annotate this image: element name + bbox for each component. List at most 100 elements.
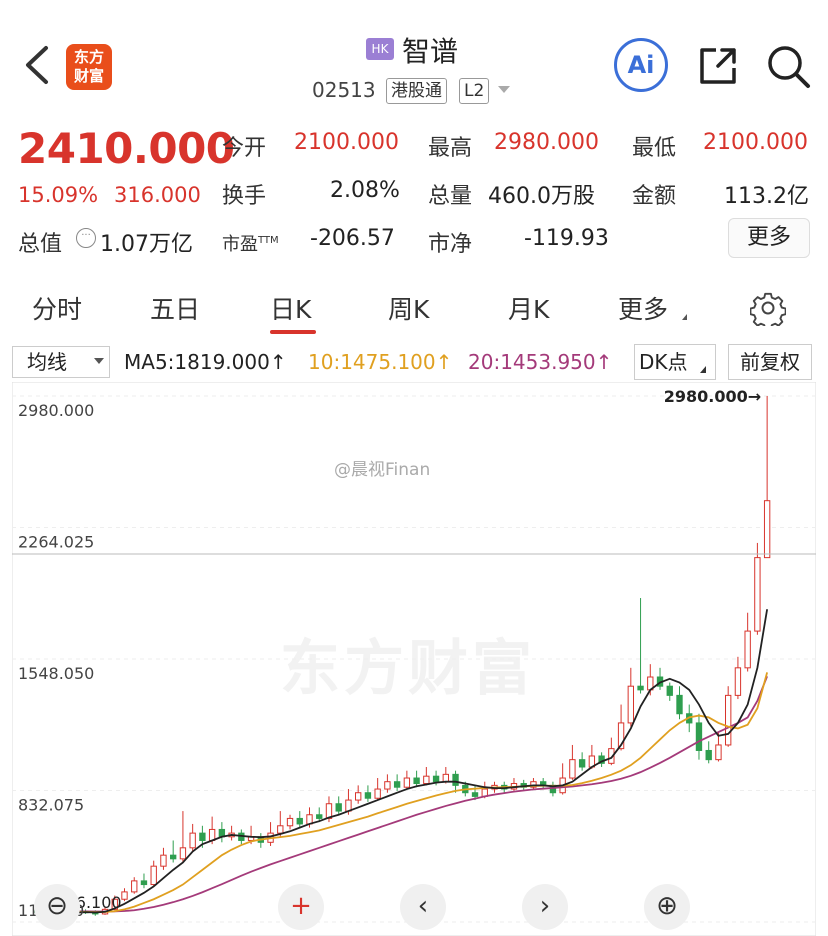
turnover-value: 2.08%: [330, 178, 400, 203]
candle-down: [452, 773, 459, 786]
dropdown-corner-icon: [682, 314, 687, 320]
tab-intraday[interactable]: 分时: [32, 290, 82, 326]
tab-more[interactable]: 更多: [618, 290, 668, 326]
candle-down: [316, 814, 323, 819]
candle-down: [666, 685, 673, 696]
high-label: 最高: [428, 136, 473, 161]
dropdown-corner-icon: [700, 366, 706, 373]
candle-up: [189, 832, 196, 849]
dk-point-button[interactable]: DK点: [634, 344, 716, 380]
candle-down: [199, 832, 206, 841]
candle-up: [160, 854, 167, 867]
zoom-in-icon: ⊕: [656, 891, 678, 921]
zoom-in-button[interactable]: ⊕: [644, 884, 690, 930]
candle-down: [471, 792, 479, 797]
y-tick-label: 2980.000: [18, 401, 94, 420]
candle-up: [725, 694, 732, 746]
tab-five-day[interactable]: 五日: [150, 290, 200, 326]
candle-down: [413, 777, 420, 785]
share-icon[interactable]: [696, 44, 740, 88]
top-bar: 东方 财富 HK 智谱 02513 港股通 L2 Ai: [0, 0, 828, 115]
candle-down: [578, 759, 586, 768]
candle-up: [744, 630, 751, 669]
amount-value: 113.2亿: [724, 184, 809, 209]
max-price-marker: 2980.000→: [664, 387, 761, 406]
market-badge: HK: [366, 38, 394, 60]
ma10-line: [36, 672, 769, 914]
chevron-down-icon: [94, 358, 104, 364]
candle-up: [403, 777, 411, 788]
candle-up: [423, 775, 430, 785]
ma5-line: [36, 609, 769, 914]
next-button[interactable]: ›: [522, 884, 568, 930]
low-value: 2100.000: [703, 130, 808, 155]
connect-tag: 港股通: [386, 78, 447, 104]
candle-down: [364, 792, 372, 799]
gear-icon[interactable]: [750, 290, 786, 326]
stock-code: 02513: [312, 78, 376, 102]
candle-down: [637, 685, 644, 691]
open-label: 今开: [222, 136, 267, 161]
candle-up: [131, 880, 138, 893]
y-tick-label: 832.075: [18, 796, 84, 815]
plus-icon: +: [290, 891, 312, 921]
search-icon[interactable]: [764, 42, 812, 90]
candle-down: [676, 694, 683, 715]
ma10-readout: 10:1475.100↑: [308, 350, 453, 374]
candle-up: [442, 773, 449, 783]
volume-value: 460.0万股: [488, 184, 595, 209]
candle-up: [355, 792, 362, 801]
ma20-readout: 20:1453.950↑: [468, 350, 613, 374]
chevron-right-icon: ›: [539, 891, 551, 921]
candle-up: [754, 557, 761, 632]
candle-up: [763, 500, 771, 559]
candle-down: [432, 775, 440, 783]
chevron-down-icon[interactable]: [498, 86, 510, 93]
volume-label: 总量: [428, 184, 473, 209]
candle-down: [335, 803, 342, 812]
zoom-out-button[interactable]: ⊖: [34, 884, 80, 930]
pe-value: -206.57: [310, 226, 395, 251]
candle-up: [286, 817, 294, 827]
adjust-button[interactable]: 前复权: [728, 344, 812, 380]
level-tag: L2: [459, 78, 490, 104]
chevron-left-icon[interactable]: [18, 40, 58, 90]
candle-down: [140, 880, 148, 886]
candle-up: [179, 847, 187, 860]
tab-weekly-k[interactable]: 周K: [388, 290, 429, 326]
tab-active-indicator: [270, 330, 316, 334]
candle-up: [627, 685, 634, 724]
zoom-out-icon: ⊖: [46, 891, 68, 921]
ai-button[interactable]: Ai: [614, 38, 668, 92]
y-tick-label: 1548.050: [18, 664, 94, 683]
amount-label: 金额: [632, 184, 677, 209]
candle-up: [384, 781, 391, 790]
ma5-readout: MA5:1819.000↑: [124, 350, 287, 374]
candle-up: [715, 744, 722, 761]
app-logo: 东方 财富: [66, 44, 112, 90]
change-percent: 15.09%: [18, 183, 99, 207]
candle-down: [695, 722, 703, 751]
info-icon[interactable]: ···: [76, 228, 96, 248]
tab-daily-k[interactable]: 日K: [270, 290, 311, 326]
candle-down: [296, 817, 303, 825]
pb-value: -119.93: [524, 226, 609, 251]
stock-name: 智谱: [402, 35, 459, 68]
candle-up: [569, 759, 576, 779]
pb-label: 市净: [428, 232, 473, 257]
add-button[interactable]: +: [278, 884, 324, 930]
change-amount: 316.000: [114, 183, 201, 207]
market-cap-label: 总值: [18, 232, 63, 257]
more-button[interactable]: 更多: [728, 218, 810, 258]
prev-button[interactable]: ‹: [400, 884, 446, 930]
tab-monthly-k[interactable]: 月K: [508, 290, 549, 326]
candle-up: [121, 891, 128, 900]
y-axis-ticks: 2980.0002264.0251548.050832.075116.100: [18, 401, 94, 920]
watermark: @晨视Finan: [334, 460, 431, 480]
candle-down: [170, 854, 177, 860]
candle-up: [734, 667, 742, 696]
low-label: 最低: [632, 136, 677, 161]
pe-label: 市盈TTM: [222, 234, 279, 255]
candle-up: [277, 825, 284, 834]
y-tick-label: 2264.025: [18, 533, 94, 552]
